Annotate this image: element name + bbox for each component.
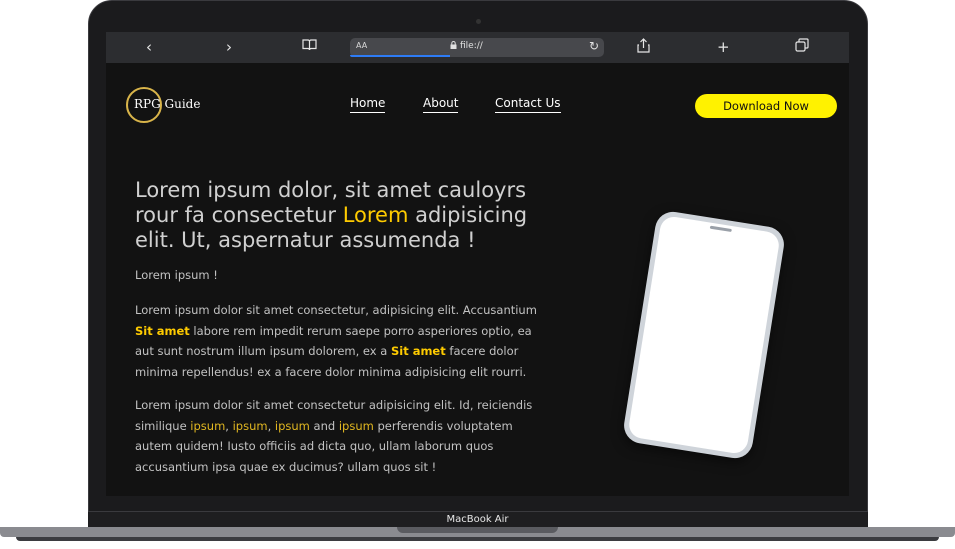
reload-icon[interactable]: ↻ — [589, 39, 599, 53]
hero-heading: Lorem ipsum dolor, sit amet cauloyrs rou… — [135, 178, 535, 253]
address-bar[interactable]: AA file:// ↻ — [350, 38, 604, 57]
page-load-progress — [350, 55, 450, 57]
phone-mockup-image — [621, 209, 787, 461]
p2-sep-2: , — [267, 418, 275, 433]
hero-heading-highlight: Lorem — [342, 203, 409, 227]
browser-toolbar: ‹ › AA file:// ↻ + — [106, 32, 849, 63]
url-text: file:// — [460, 41, 483, 51]
p2-highlight-3: ipsum — [274, 418, 310, 433]
laptop-base: MacBook Air — [0, 512, 955, 549]
hero-paragraph-2: Lorem ipsum dolor sit amet consectetur a… — [135, 395, 545, 477]
download-now-button[interactable]: Download Now — [695, 94, 837, 118]
device-label: MacBook Air — [446, 514, 509, 525]
plus-icon[interactable]: + — [717, 38, 730, 56]
share-icon[interactable] — [637, 38, 650, 57]
lock-icon — [450, 41, 457, 51]
laptop-base-notch — [397, 527, 558, 533]
p1-highlight-1: Sit amet — [135, 323, 190, 338]
book-icon[interactable] — [302, 38, 317, 56]
nav-contact-us[interactable]: Contact Us — [495, 96, 561, 113]
site-logo[interactable]: RPG Guide — [126, 87, 214, 127]
p2-sep-1: , — [225, 418, 233, 433]
chevron-left-icon[interactable]: ‹ — [146, 38, 152, 56]
nav-home[interactable]: Home — [350, 96, 386, 113]
hero-subtitle: Lorem ipsum ! — [135, 268, 218, 282]
text-size-button[interactable]: AA — [356, 41, 367, 50]
camera-dot — [476, 19, 481, 24]
p1-highlight-2: Sit amet — [390, 344, 446, 358]
hero-paragraph-1: Lorem ipsum dolor sit amet consectetur, … — [135, 300, 545, 382]
p1-text: Lorem ipsum dolor sit amet consectetur, … — [135, 303, 537, 317]
phone-screen — [627, 214, 781, 456]
browser-screen: ‹ › AA file:// ↻ + RPG Guide Home About … — [106, 32, 849, 496]
p2-highlight-2: ipsum — [232, 418, 268, 433]
logo-text: RPG Guide — [134, 97, 201, 111]
nav-about[interactable]: About — [423, 96, 459, 113]
p2-highlight-4: ipsum — [338, 418, 374, 433]
chevron-right-icon[interactable]: › — [226, 38, 232, 56]
laptop-base-shadow — [16, 537, 939, 541]
p2-highlight-1: ipsum — [190, 418, 226, 433]
tabs-icon[interactable] — [795, 38, 809, 56]
p2-and: and — [309, 418, 339, 433]
